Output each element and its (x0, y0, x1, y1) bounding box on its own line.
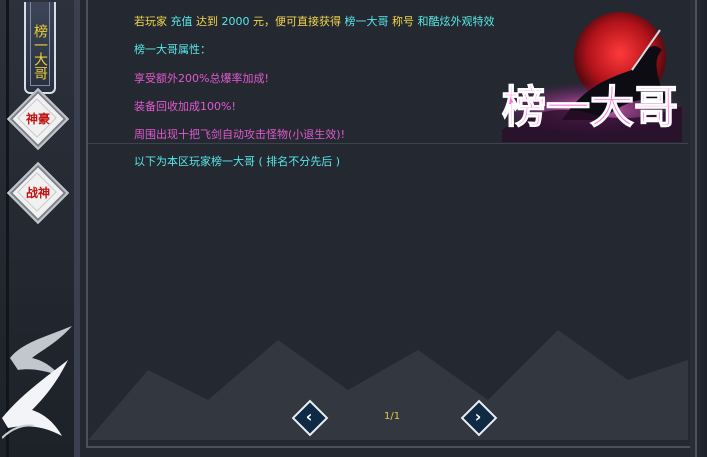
prev-page-button[interactable]: ‹ (291, 399, 329, 437)
intro-line: 若玩家 充值 达到 2000 元，便可直接获得 榜一大哥 称号 和酷炫外观特效 (134, 15, 495, 28)
crane-decoration-icon (2, 326, 72, 439)
attribute-title: 榜一大哥属性： (134, 43, 211, 56)
banner-title: 榜一大哥 (502, 82, 678, 133)
section-divider (88, 143, 688, 144)
chevron-right-icon: › (474, 407, 482, 426)
vertical-tab-label: 榜一大哥 (32, 24, 48, 80)
attribute-item: 享受额外200%总爆率加成! (134, 72, 269, 85)
next-page-button[interactable]: › (460, 399, 498, 437)
player-list-header: 以下为本区玩家榜一大哥 ( 排名不分先后 ) (134, 155, 341, 168)
bangyi-title-banner: 榜一大哥 (496, 12, 688, 142)
shenhao-button-label: 神豪 (25, 112, 50, 126)
attribute-item: 装备回收加成100%! (134, 100, 236, 113)
shenhao-button[interactable]: 神豪 (6, 87, 70, 151)
chevron-left-icon: ‹ (305, 407, 313, 426)
left-sidebar: 榜一大哥 神豪 战神 (0, 0, 80, 457)
page-indicator: 1/1 (384, 411, 401, 422)
attribute-item: 周围出现十把飞剑自动攻击怪物(小退生效)! (134, 128, 345, 141)
right-frame (690, 0, 707, 457)
zhanshen-button[interactable]: 战神 (6, 161, 70, 225)
vertical-tab-bangyi[interactable]: 榜一大哥 (24, 2, 56, 94)
zhanshen-button-label: 战神 (25, 186, 50, 200)
